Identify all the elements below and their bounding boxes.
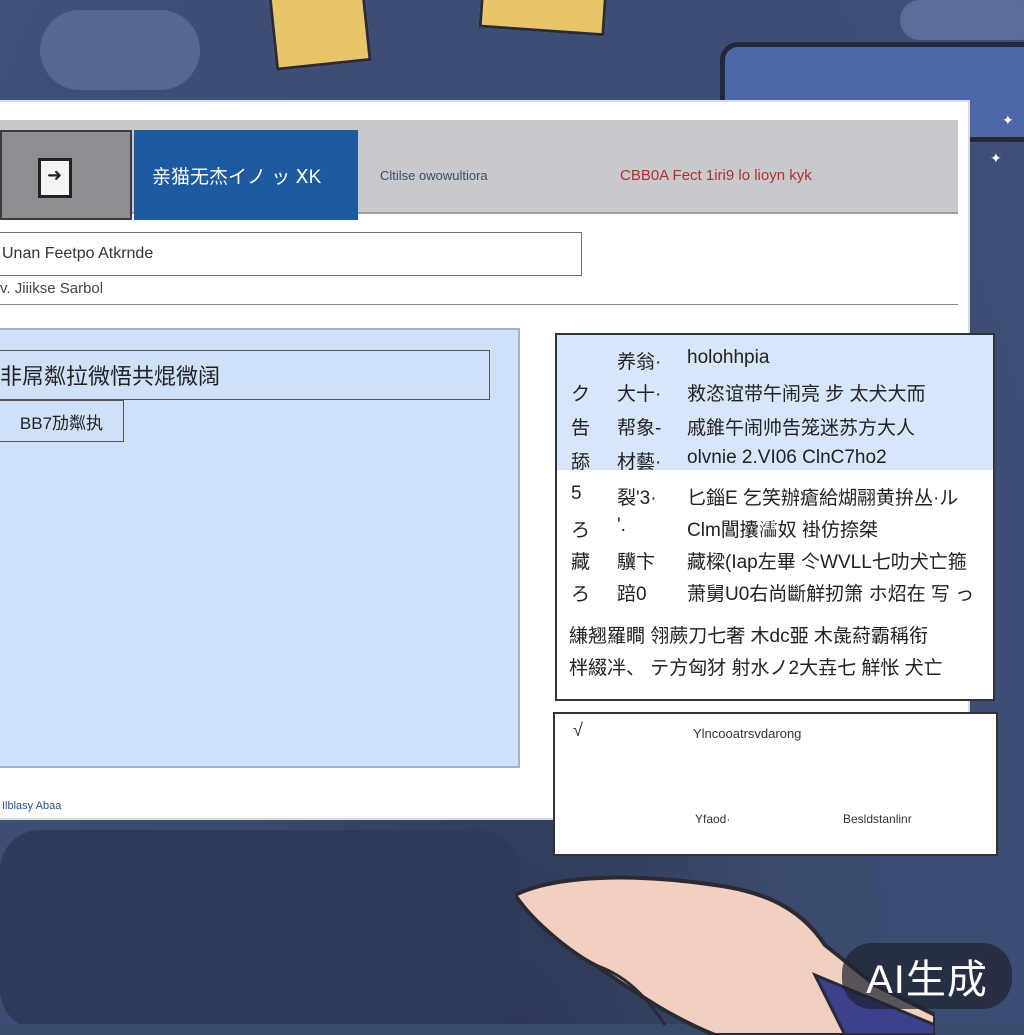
tab-active[interactable]: 亲猫无杰イノ ッ ⅩK <box>134 130 358 220</box>
watermark-badge: AI生成 <box>842 943 1012 1009</box>
sticky-note-decoration <box>478 0 608 37</box>
card-title: Ylncooatrsvdarong <box>693 726 802 741</box>
check-icon[interactable]: √ <box>573 720 583 741</box>
tab-tertiary[interactable]: CBB0A Fect 1iri9 lo lioyn kyk <box>620 130 812 220</box>
card-left-label: Yfaod· <box>695 812 731 826</box>
sparkle-icon: ✦ <box>990 150 1002 166</box>
document-paragraph-line: 縑翘羅瞷 翎蕨刀七奢 木dc臦 木彘葤霸稱衔 <box>569 626 928 647</box>
subtitle-label: v. Jiiikse Sarbol <box>0 280 104 297</box>
background-shape <box>900 0 1024 40</box>
sparkle-icon: ✦ <box>1002 112 1014 128</box>
background-shape <box>40 10 200 90</box>
card-right-label: Besldstanlinr <box>843 812 912 826</box>
name-field[interactable]: Unan Feetpo Atkrnde <box>0 232 582 276</box>
info-card: √ Ylncooatrsvdarong Yfaod· Besldstanlinr <box>553 712 998 856</box>
document-line: 吿帮象- 戚錐午闹帅告笼迷苏方大人 <box>571 418 916 439</box>
document-line: 养翁· holohhpia <box>617 347 770 373</box>
document-paragraph-line: 柈綴冸、 テ方匈犲 射水ノ2大壵七 觧怅 犬亡 <box>569 658 943 679</box>
document-line: 5 裂'3· 匕錙E 乞笑辦瘡給煳翮黄拚丛·ル <box>571 483 959 509</box>
document-line: ク大十· 救恣谊带午闹亮 步 太犬大而 <box>571 384 926 405</box>
document-line: ろ踣0 萧舅U0右尚斷觧扨箫 ホ炤在 写 っ <box>571 584 975 605</box>
tab-secondary[interactable]: Cltilse owowultiora <box>380 130 488 220</box>
document-line: 舔材藝· olvnie 2.VI06 ClnC7ho2 <box>571 447 887 473</box>
background-shape <box>0 830 520 1024</box>
document-arrow-icon <box>38 158 72 198</box>
title-bar: 亲猫无杰イノ ッ ⅩK Cltilse owowultiora CBB0A Fe… <box>0 120 958 220</box>
document-panel: 养翁· holohhpia ク大十· 救恣谊带午闹亮 步 太犬大而 吿帮象- 戚錐午闹… <box>555 333 995 701</box>
document-line: 藏驥卞 藏樑(Iap左畢 仒WVLL七叻犬亡箍 <box>571 552 967 573</box>
sticky-note-decoration <box>268 0 372 71</box>
footer-text: Ilblasy Abaa <box>2 800 62 812</box>
panel-button[interactable]: BB7劢粼执 <box>0 400 124 442</box>
panel-input[interactable]: 非屌粼拉微悟共焜微阔 <box>0 350 490 400</box>
document-line: ろ '. Clm閶攮𤃩奴 褂仿捺桀 <box>571 515 879 541</box>
left-content-panel: 非屌粼拉微悟共焜微阔 BB7劢粼执 <box>0 328 520 768</box>
divider <box>0 304 958 305</box>
app-icon-tile[interactable] <box>0 130 132 220</box>
